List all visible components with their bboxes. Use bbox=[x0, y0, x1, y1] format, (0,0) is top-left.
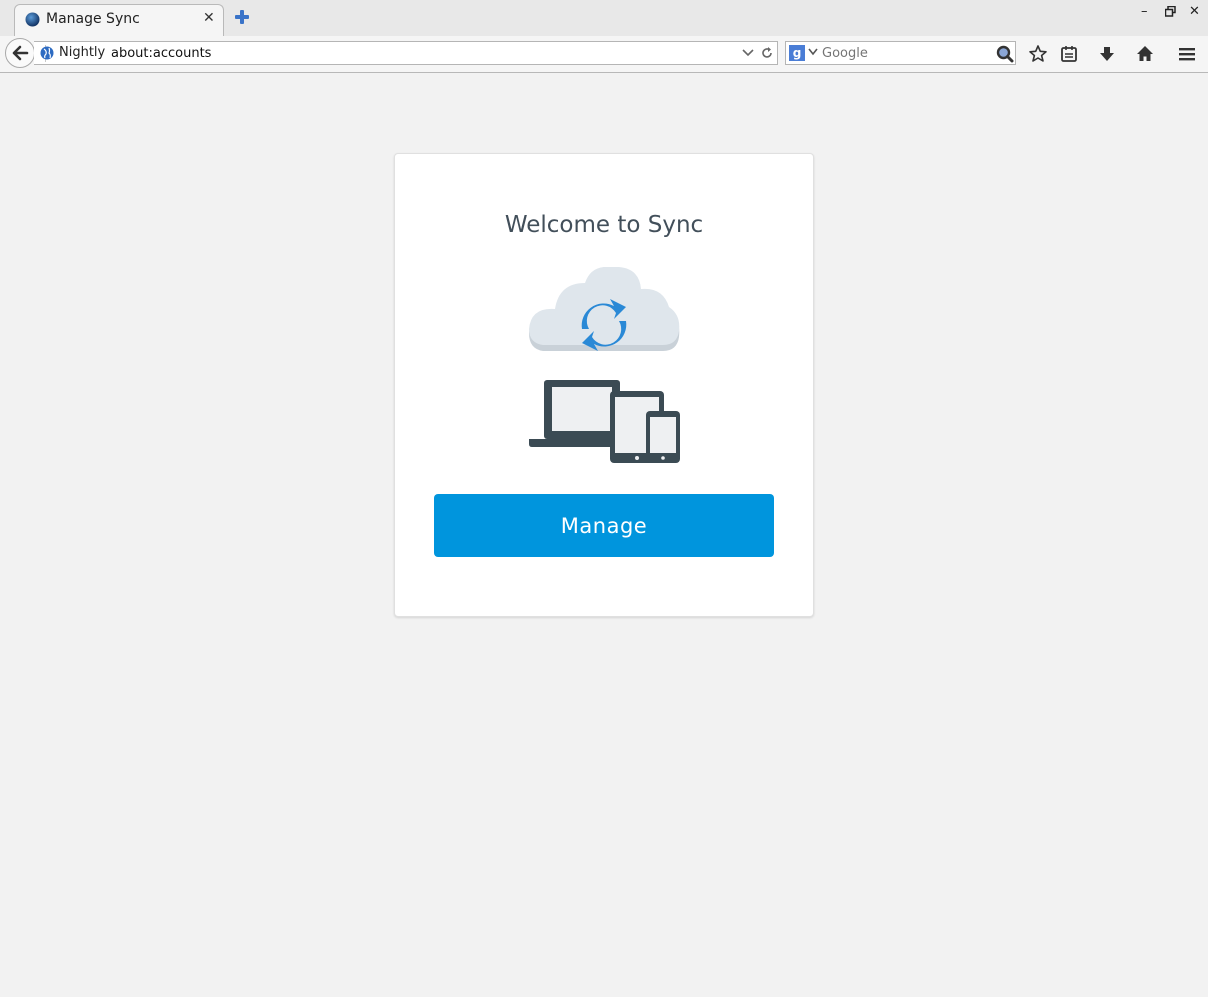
navigation-toolbar: Nightly about:accounts g bbox=[0, 36, 1208, 73]
reload-icon[interactable] bbox=[760, 46, 774, 60]
back-button[interactable] bbox=[5, 38, 35, 68]
restore-icon[interactable] bbox=[1165, 6, 1176, 17]
cloud-icon bbox=[529, 267, 680, 351]
sync-card: Welcome to Sync Manage bbox=[394, 153, 814, 617]
url-text[interactable]: about:accounts bbox=[111, 46, 211, 61]
identity-label: Nightly bbox=[59, 45, 106, 60]
sync-devices-illustration bbox=[529, 267, 680, 463]
google-engine-icon[interactable]: g bbox=[789, 45, 805, 61]
page-title: Welcome to Sync bbox=[504, 212, 704, 238]
bookmarks-menu-icon[interactable] bbox=[1059, 44, 1079, 64]
page-content: Welcome to Sync Manage bbox=[0, 73, 1208, 997]
nightly-globe-icon bbox=[25, 12, 40, 27]
close-window-icon[interactable]: ✕ bbox=[1189, 4, 1200, 20]
bookmark-star-icon[interactable] bbox=[1028, 44, 1048, 64]
download-icon[interactable] bbox=[1097, 44, 1117, 64]
title-bar: Manage Sync ✕ – ✕ bbox=[0, 0, 1208, 36]
menu-hamburger-icon[interactable] bbox=[1177, 44, 1197, 64]
minimize-icon[interactable]: – bbox=[1141, 4, 1148, 20]
search-input[interactable] bbox=[822, 43, 992, 63]
new-tab-icon[interactable] bbox=[234, 9, 250, 25]
url-bar[interactable]: Nightly about:accounts bbox=[34, 41, 778, 65]
home-icon[interactable] bbox=[1135, 44, 1155, 64]
close-tab-icon[interactable]: ✕ bbox=[203, 10, 215, 26]
globe-icon bbox=[40, 46, 54, 60]
search-bar[interactable]: g bbox=[785, 41, 1016, 65]
identity-box[interactable]: Nightly bbox=[40, 45, 105, 62]
search-icon[interactable] bbox=[996, 45, 1014, 63]
phone-icon bbox=[646, 411, 680, 463]
tab-title: Manage Sync bbox=[46, 11, 140, 27]
back-arrow-icon bbox=[12, 45, 29, 61]
tab-manage-sync[interactable]: Manage Sync ✕ bbox=[14, 4, 224, 36]
chevron-down-icon[interactable] bbox=[742, 48, 754, 58]
manage-button[interactable]: Manage bbox=[434, 494, 774, 557]
chevron-down-icon[interactable] bbox=[808, 48, 818, 56]
